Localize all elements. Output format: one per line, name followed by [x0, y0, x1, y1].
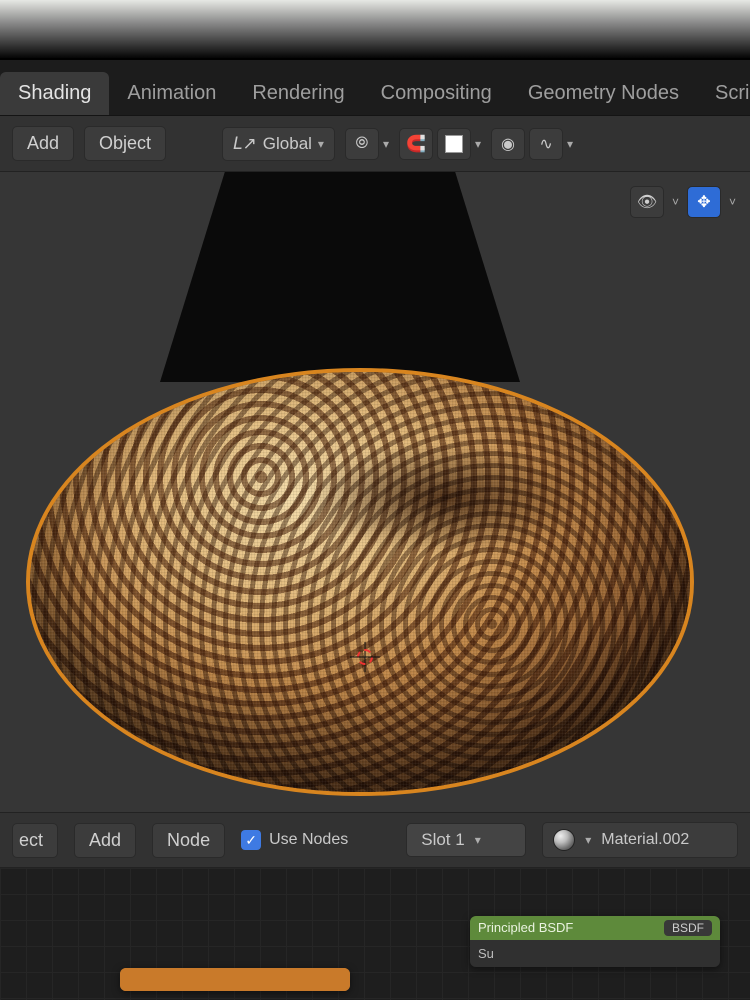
tab-shading[interactable]: Shading	[0, 72, 109, 115]
chevron-down-icon: ▾	[475, 833, 481, 847]
chevron-down-icon: ▾	[475, 137, 481, 151]
tab-geometry-nodes[interactable]: Geometry Nodes	[510, 72, 697, 115]
use-nodes-label: Use Nodes	[269, 831, 348, 849]
shader-editor-canvas[interactable]: Principled BSDF BSDF Su	[0, 868, 750, 1000]
chevron-down-icon: ▾	[585, 833, 591, 847]
select-menu[interactable]: ect	[12, 823, 58, 858]
pivot-icon: ⦾	[356, 135, 369, 153]
tab-animation[interactable]: Animation	[109, 72, 234, 115]
scene-plane-object[interactable]	[160, 172, 520, 382]
checkbox-checked-icon: ✓	[241, 830, 261, 850]
pivot-group: ⦾ ▾	[345, 128, 389, 160]
orientation-label: Global	[263, 134, 312, 154]
shader-editor-header: ect Add Node ✓ Use Nodes Slot 1 ▾ ▾ Mate…	[0, 812, 750, 868]
chevron-down-icon: ▾	[567, 137, 573, 151]
node-principled-bsdf[interactable]: Principled BSDF BSDF Su	[470, 916, 720, 967]
chevron-down-icon: ▾	[383, 137, 389, 151]
node-title: Principled BSDF	[478, 920, 573, 936]
object-menu[interactable]: Object	[84, 126, 166, 161]
viewport-overlay-controls: 👁 ˅ ✥ ˅	[630, 186, 736, 218]
add-menu[interactable]: Add	[12, 126, 74, 161]
workspace-tabs: Shading Animation Rendering Compositing …	[0, 60, 750, 116]
snap-target-swatch[interactable]	[437, 128, 471, 160]
material-selector[interactable]: ▾ Material.002	[542, 822, 738, 858]
swatch-icon	[445, 135, 463, 153]
tab-compositing[interactable]: Compositing	[363, 72, 510, 115]
target-icon: ◉	[501, 134, 515, 154]
use-nodes-toggle[interactable]: ✓ Use Nodes	[241, 830, 348, 850]
chevron-down-icon: ▾	[318, 137, 324, 151]
node-image-texture[interactable]	[120, 968, 350, 991]
snap-group: 🧲 ▾	[399, 128, 481, 160]
slot-label: Slot 1	[421, 830, 464, 850]
axes-icon: 𝘓↗	[233, 134, 257, 154]
chevron-down-icon[interactable]: ˅	[729, 195, 736, 209]
monitor-bezel	[0, 0, 750, 60]
magnet-icon: 🧲	[406, 134, 426, 154]
pivot-dropdown[interactable]: ⦾	[345, 128, 379, 160]
gizmo-toggle[interactable]: ✥	[687, 186, 721, 218]
tab-rendering[interactable]: Rendering	[234, 72, 362, 115]
material-preview-icon	[553, 829, 575, 851]
scene-torus-object[interactable]	[30, 372, 690, 792]
node-output-socket[interactable]: BSDF	[664, 920, 712, 936]
material-name: Material.002	[601, 831, 689, 849]
app-window: Shading Animation Rendering Compositing …	[0, 0, 750, 1000]
node-row: Su	[478, 946, 494, 961]
proportional-edit-toggle[interactable]: ◉	[491, 128, 525, 160]
proportional-group: ◉ ∿ ▾	[491, 128, 573, 160]
chevron-down-icon[interactable]: ˅	[672, 195, 679, 209]
overlays-toggle[interactable]: 👁	[630, 186, 664, 218]
node-title	[128, 972, 132, 987]
transform-orientation-dropdown[interactable]: 𝘓↗ Global ▾	[222, 127, 335, 161]
viewport-header: Add Object 𝘓↗ Global ▾ ⦾ ▾ 🧲 ▾ ◉	[0, 116, 750, 172]
falloff-dropdown[interactable]: ∿	[529, 128, 563, 160]
node-menu[interactable]: Node	[152, 823, 225, 858]
add-node-menu[interactable]: Add	[74, 823, 136, 858]
viewport-3d[interactable]: 👁 ˅ ✥ ˅	[0, 172, 750, 812]
snap-toggle[interactable]: 🧲	[399, 128, 433, 160]
eye-icon: 👁	[637, 192, 657, 212]
material-slot-dropdown[interactable]: Slot 1 ▾	[406, 823, 526, 857]
tab-scripting[interactable]: Scripting	[697, 72, 750, 115]
gizmo-icon: ✥	[697, 192, 710, 212]
curve-icon: ∿	[539, 134, 552, 154]
